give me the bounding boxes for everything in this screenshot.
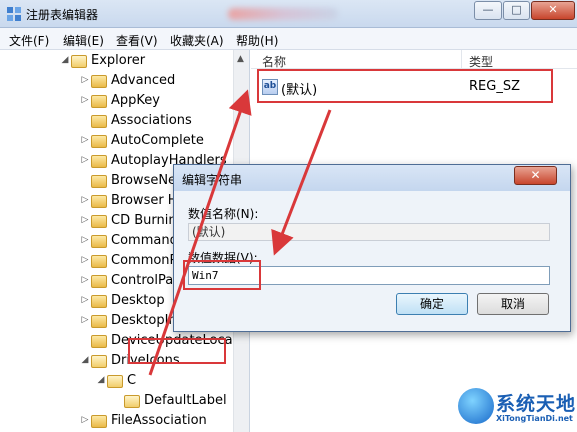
watermark-url: XiTongTianDi.net [496,414,573,423]
annotation-arrows [148,89,332,376]
arrow-tree-to-value [148,89,252,376]
watermark-logo-icon [458,388,494,424]
site-watermark: 系统天地 XiTongTianDi.net [458,386,577,432]
arrow-value-to-input [271,109,332,256]
watermark-text: 系统天地 [496,393,577,415]
